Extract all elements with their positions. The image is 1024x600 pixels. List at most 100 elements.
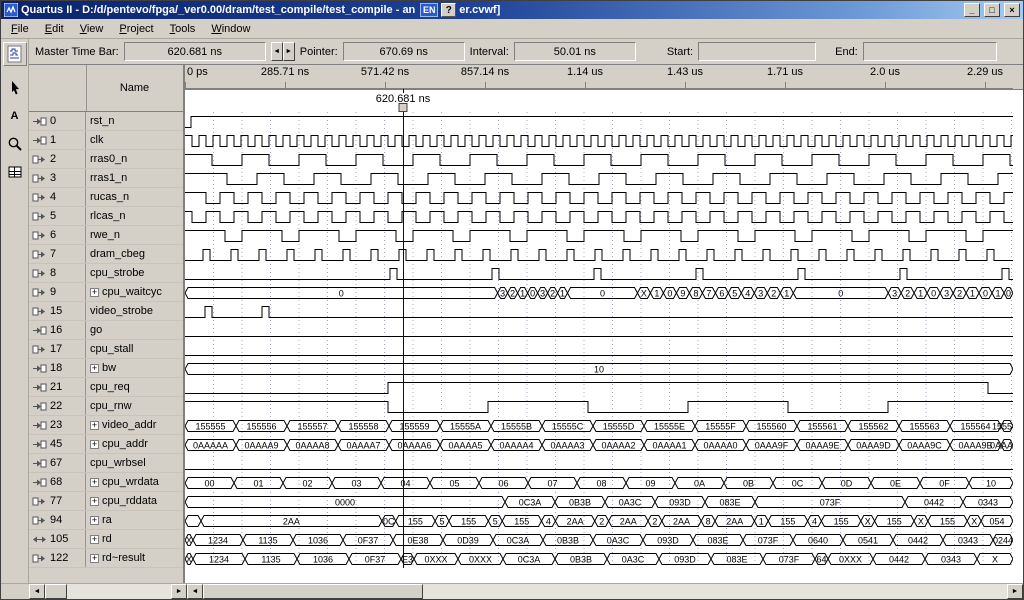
wave-row-rd~result[interactable]: X1234113510360F37E30XXX0XXX0C3A0B3B0A3C0… — [185, 549, 1023, 568]
signal-row-video_strobe[interactable]: 15video_strobe — [29, 302, 183, 321]
expand-button[interactable]: + — [90, 364, 99, 373]
wave-row-ra[interactable]: 2AA0C1555155515542AA22AA22AA82AA11554155… — [185, 511, 1023, 530]
waves-scroll-track[interactable] — [203, 584, 1007, 599]
time-axis[interactable]: 0 ps285.71 ns571.42 ns857.14 ns1.14 us1.… — [185, 65, 1023, 81]
wave-row-clk[interactable] — [185, 131, 1023, 150]
restore-button[interactable]: □ — [984, 3, 1000, 17]
menu-file[interactable]: File — [3, 20, 37, 38]
names-scroll-left-button[interactable]: ◄ — [29, 584, 45, 599]
names-scroll-right-button[interactable]: ► — [171, 584, 187, 599]
waveform-scrollbar[interactable]: ◄ ► — [187, 584, 1023, 599]
wave-row-rd[interactable]: X1234113510360F370E380D390C3A0B3B0A3C093… — [185, 530, 1023, 549]
wave-row-rwe_n[interactable] — [185, 226, 1023, 245]
svg-text:155: 155 — [887, 517, 902, 527]
wave-row-rst_n[interactable] — [185, 112, 1023, 131]
signal-row-cpu_wrbsel[interactable]: 67cpu_wrbsel — [29, 454, 183, 473]
menu-window[interactable]: Window — [203, 20, 258, 38]
signal-row-cpu_addr[interactable]: 45+cpu_addr — [29, 435, 183, 454]
svg-text:1135: 1135 — [261, 555, 280, 565]
wave-row-rlcas_n[interactable] — [185, 207, 1023, 226]
wave-row-cpu_wrdata[interactable]: 000102030405060708090A0B0C0D0E0F10 — [185, 473, 1023, 492]
text-tool-button[interactable]: A — [3, 104, 27, 128]
wave-row-cpu_wrbsel[interactable] — [185, 454, 1023, 473]
svg-text:2: 2 — [652, 517, 657, 527]
wave-row-cpu_waitcyc[interactable]: 032103210X1098765432103210321010 — [185, 283, 1023, 302]
signal-row-cpu_stall[interactable]: 17cpu_stall — [29, 340, 183, 359]
signal-row-cpu_req[interactable]: 21cpu_req — [29, 378, 183, 397]
expand-button[interactable]: + — [90, 535, 99, 544]
signal-row-rd[interactable]: 105+rd — [29, 530, 183, 549]
close-button[interactable]: × — [1004, 3, 1020, 17]
signal-row-go[interactable]: 16go — [29, 321, 183, 340]
wave-row-cpu_stall[interactable] — [185, 340, 1023, 359]
names-scroll-thumb[interactable] — [45, 584, 67, 599]
expand-button[interactable]: + — [90, 516, 99, 525]
wave-row-rras0_n[interactable] — [185, 150, 1023, 169]
menu-view[interactable]: View — [72, 20, 112, 38]
wave-row-cpu_req[interactable] — [185, 378, 1023, 397]
time-step-left-button[interactable]: ◄ — [271, 42, 283, 61]
signal-row-bw[interactable]: 18+bw — [29, 359, 183, 378]
master-time-field[interactable]: 620.681 ns — [124, 42, 266, 61]
waves-scroll-left-button[interactable]: ◄ — [187, 584, 203, 599]
signal-row-rd~result[interactable]: 122+rd~result — [29, 549, 183, 568]
title-bar[interactable]: Quartus II - D:/d/pentevo/fpga/_ver0.00/… — [1, 1, 1023, 19]
signal-row-ra[interactable]: 94+ra — [29, 511, 183, 530]
waves-scroll-thumb[interactable] — [203, 584, 423, 599]
signal-row-cpu_waitcyc[interactable]: 9+cpu_waitcyc — [29, 283, 183, 302]
minimize-button[interactable]: _ — [964, 3, 980, 17]
signal-row-video_addr[interactable]: 23+video_addr — [29, 416, 183, 435]
time-step-right-button[interactable]: ► — [283, 42, 295, 61]
wave-row-cpu_rnw[interactable] — [185, 397, 1023, 416]
marker-strip[interactable]: 620.681 ns — [185, 89, 1023, 112]
signal-row-clk[interactable]: 1clk — [29, 131, 183, 150]
names-scrollbar[interactable]: ◄ ► — [29, 584, 187, 599]
svg-text:0C: 0C — [792, 479, 804, 489]
master-time-marker-handle[interactable] — [399, 103, 408, 112]
names-scroll-track[interactable] — [45, 584, 171, 599]
wave-row-video_addr[interactable]: 15555515555615555715555815555915555A1555… — [185, 416, 1023, 435]
language-help-button[interactable]: ? — [441, 3, 456, 17]
signal-row-cpu_rnw[interactable]: 22cpu_rnw — [29, 397, 183, 416]
expand-button[interactable]: + — [90, 288, 99, 297]
signal-row-rras0_n[interactable]: 2rras0_n — [29, 150, 183, 169]
expand-button[interactable]: + — [90, 440, 99, 449]
master-time-marker-line[interactable] — [403, 89, 404, 568]
waveform-editor-button[interactable] — [3, 42, 27, 66]
signal-row-rst_n[interactable]: 0rst_n — [29, 112, 183, 131]
menu-tools[interactable]: Tools — [162, 20, 204, 38]
signal-name-cell: dram_cbeg — [86, 245, 183, 263]
signal-id-cell: 1 — [29, 131, 86, 149]
wave-row-go[interactable] — [185, 321, 1023, 340]
wave-row-rras1_n[interactable] — [185, 169, 1023, 188]
wave-row-bw[interactable]: 10 — [185, 359, 1023, 378]
signal-row-cpu_wrdata[interactable]: 68+cpu_wrdata — [29, 473, 183, 492]
selection-tool-button[interactable] — [3, 76, 27, 100]
grid-tool-button[interactable] — [3, 160, 27, 184]
zoom-tool-button[interactable] — [3, 132, 27, 156]
signal-row-rwe_n[interactable]: 6rwe_n — [29, 226, 183, 245]
wave-row-video_strobe[interactable] — [185, 302, 1023, 321]
signal-row-rucas_n[interactable]: 4rucas_n — [29, 188, 183, 207]
svg-text:083E: 083E — [707, 536, 728, 546]
expand-button[interactable]: + — [90, 497, 99, 506]
signal-row-dram_cbeg[interactable]: 7dram_cbeg — [29, 245, 183, 264]
wave-row-cpu_strobe[interactable] — [185, 264, 1023, 283]
menu-edit[interactable]: Edit — [37, 20, 72, 38]
expand-button[interactable]: + — [90, 478, 99, 487]
waves-scroll-right-button[interactable]: ► — [1007, 584, 1023, 599]
wave-row-dram_cbeg[interactable] — [185, 245, 1023, 264]
menu-project[interactable]: Project — [111, 20, 161, 38]
signal-row-rras1_n[interactable]: 3rras1_n — [29, 169, 183, 188]
wave-row-rucas_n[interactable] — [185, 188, 1023, 207]
svg-text:155: 155 — [940, 517, 955, 527]
signal-row-rlcas_n[interactable]: 5rlcas_n — [29, 207, 183, 226]
signal-row-cpu_rddata[interactable]: 77+cpu_rddata — [29, 492, 183, 511]
wave-row-cpu_addr[interactable]: 0AAAAA0AAAA90AAAA80AAAA70AAAA60AAAA50AAA… — [185, 435, 1023, 454]
wave-row-cpu_rddata[interactable]: 00000C3A0B3B0A3C093D083E073F04420343 — [185, 492, 1023, 511]
time-ruler[interactable] — [185, 81, 1023, 89]
expand-button[interactable]: + — [90, 554, 99, 563]
expand-button[interactable]: + — [90, 421, 99, 430]
signal-row-cpu_strobe[interactable]: 8cpu_strobe — [29, 264, 183, 283]
language-indicator-badge[interactable]: EN — [420, 3, 438, 17]
